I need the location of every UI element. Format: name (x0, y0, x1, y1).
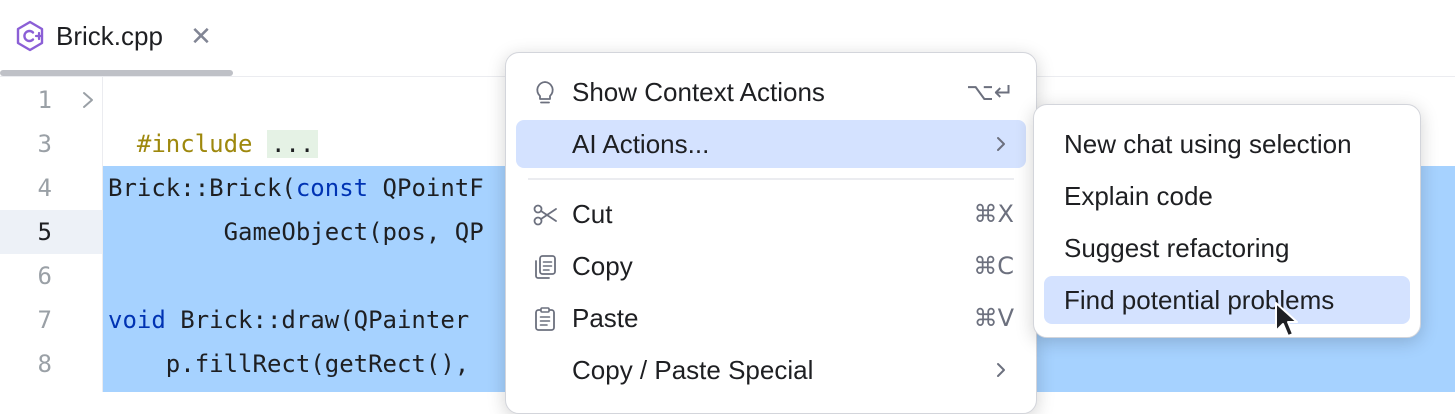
code-text: QPointF (368, 174, 484, 202)
code-line-5[interactable]: GameObject(pos, QP (108, 210, 484, 254)
menu-item-copy-paste-special[interactable]: Copy / Paste Special (516, 346, 1026, 394)
code-line-7[interactable]: void Brick::draw(QPainter (108, 298, 484, 342)
submenu-item-find-potential-problems[interactable]: Find potential problems (1044, 276, 1410, 324)
submenu-item-label: Suggest refactoring (1064, 233, 1290, 263)
include-directive: #include (136, 130, 253, 158)
code-text: Brick::Brick( (108, 174, 296, 202)
menu-item-label: AI Actions... (572, 129, 710, 159)
menu-separator (528, 178, 1014, 180)
line-number: 6 (37, 262, 52, 290)
active-tab-indicator (0, 70, 233, 76)
menu-item-label: Copy (572, 251, 633, 281)
code-line-4[interactable]: Brick::Brick(const QPointF (108, 166, 484, 210)
cpp-file-icon (16, 20, 44, 52)
keyword: const (295, 174, 369, 202)
shortcut-label: ⌘C (973, 252, 1014, 280)
line-number: 8 (37, 350, 52, 378)
line-number: 3 (37, 130, 52, 158)
submenu-item-label: Explain code (1064, 181, 1213, 211)
menu-item-label: Copy / Paste Special (572, 355, 814, 385)
scissors-icon (533, 204, 557, 226)
submenu-item-explain-code[interactable]: Explain code (1044, 172, 1410, 220)
submenu-item-label: New chat using selection (1064, 129, 1352, 159)
menu-item-cut[interactable]: Cut ⌘X (516, 190, 1026, 238)
submenu-item-suggest-refactoring[interactable]: Suggest refactoring (1044, 224, 1410, 272)
line-number: 4 (37, 174, 52, 202)
menu-item-ai-actions[interactable]: AI Actions... (516, 120, 1026, 168)
line-number-current: 5 (37, 218, 52, 246)
tab-title: Brick.cpp (56, 21, 163, 51)
menu-item-label: Show Context Actions (572, 77, 825, 107)
shortcut-label: ⌘V (973, 304, 1014, 332)
fold-expand-icon[interactable] (78, 89, 98, 111)
shortcut-label: ⌥↵ (966, 78, 1014, 106)
code-line-1[interactable]: #include ... (108, 78, 319, 166)
clipboard-icon (535, 307, 555, 331)
tab-brick-cpp[interactable]: Brick.cpp ✕ (0, 0, 233, 76)
shortcut-label: ⌘X (973, 200, 1014, 228)
mouse-pointer-icon (1275, 302, 1298, 337)
editor-context-menu: Show Context Actions ⌥↵ AI Actions... Cu… (505, 52, 1037, 414)
submenu-item-new-chat-using-selection[interactable]: New chat using selection (1044, 120, 1410, 168)
line-number: 1 (37, 86, 52, 114)
copy-icon (535, 255, 556, 279)
menu-item-copy[interactable]: Copy ⌘C (516, 242, 1026, 290)
menu-item-label: Paste (572, 303, 639, 333)
lightbulb-icon (536, 81, 554, 104)
chevron-right-icon (997, 363, 1005, 377)
chevron-right-icon (997, 137, 1005, 151)
menu-item-paste[interactable]: Paste ⌘V (516, 294, 1026, 342)
ai-actions-submenu: New chat using selection Explain code Su… (1033, 104, 1421, 338)
code-text: Brick::draw(QPainter (165, 306, 484, 334)
line-number: 7 (37, 306, 52, 334)
menu-item-label: Cut (572, 199, 613, 229)
menu-item-show-context-actions[interactable]: Show Context Actions ⌥↵ (516, 68, 1026, 116)
code-line-8[interactable]: p.fillRect(getRect(), (108, 342, 484, 386)
close-icon[interactable]: ✕ (188, 20, 214, 52)
folded-region[interactable]: ... (266, 130, 319, 158)
keyword: void (108, 306, 166, 334)
